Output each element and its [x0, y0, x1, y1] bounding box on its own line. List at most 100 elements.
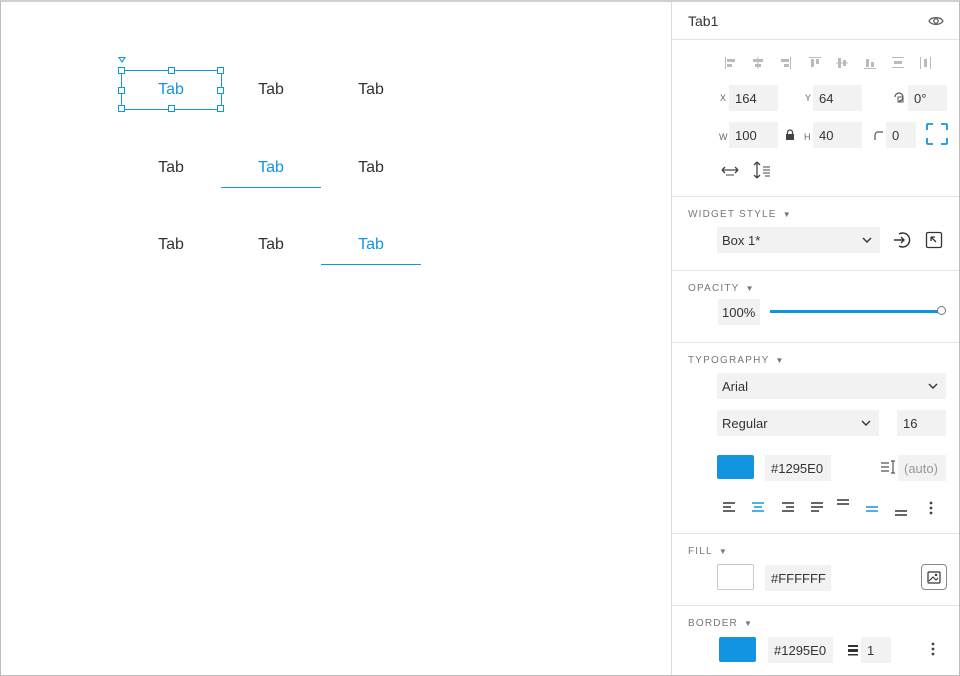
tab-widget[interactable]: Tab [121, 225, 221, 265]
rotation-input[interactable]: 0° [908, 85, 947, 111]
widget-style-value: Box 1* [722, 232, 761, 248]
widget-style-section: WIDGET STYLE ▼ Box 1* [672, 197, 959, 271]
w-label: W [719, 132, 728, 142]
height-input[interactable]: 40 [813, 122, 862, 148]
text-valign-top-icon[interactable] [835, 495, 851, 509]
tab-label: Tab [358, 159, 384, 176]
auto-fit-height-icon[interactable] [752, 160, 772, 180]
tab-label: Tab [158, 236, 184, 253]
typography-section: TYPOGRAPHY ▼ Arial Regular 16 #1295E0 (au… [672, 343, 959, 534]
border-width-input[interactable]: 1 [861, 637, 891, 663]
align-center-icon[interactable] [749, 54, 767, 72]
opacity-input[interactable]: 100% [718, 299, 760, 325]
fit-to-content-icon[interactable] [926, 123, 948, 145]
tab-label: Tab [358, 81, 384, 98]
tab-widget[interactable]: Tab [221, 70, 321, 110]
tab-widget[interactable]: Tab [321, 70, 421, 110]
tab-widget[interactable]: Tab [321, 225, 421, 265]
corner-radius-input[interactable]: 0 [886, 122, 916, 148]
caret-down-icon: ▼ [782, 210, 792, 219]
chevron-down-icon [928, 381, 938, 392]
align-right-icon[interactable] [776, 54, 794, 72]
opacity-title: OPACITY [688, 283, 740, 294]
border-width-icon [846, 642, 860, 658]
y-input[interactable]: 64 [813, 85, 862, 111]
typography-heading[interactable]: TYPOGRAPHY ▼ [672, 343, 959, 375]
widget-style-select[interactable]: Box 1* [717, 227, 880, 253]
font-color-swatch[interactable] [717, 455, 754, 479]
panel-header: Tab1 [672, 2, 959, 40]
tab-label: Tab [358, 236, 384, 253]
eye-icon[interactable] [928, 15, 944, 27]
widget-name[interactable]: Tab1 [688, 13, 718, 29]
fill-title: FILL [688, 546, 713, 557]
h-label: H [804, 132, 811, 142]
font-color-hex-input[interactable]: #1295E0 [765, 455, 831, 481]
font-size-input[interactable]: 16 [897, 410, 946, 436]
text-justify-icon[interactable] [809, 500, 825, 514]
tab-active-underline [221, 187, 321, 188]
resize-handle-top-right[interactable] [217, 67, 224, 74]
resize-handle-left[interactable] [118, 87, 125, 94]
tab-label: Tab [258, 81, 284, 98]
tab-widget[interactable]: Tab [121, 70, 221, 110]
font-family-value: Arial [722, 378, 749, 394]
resize-handle-top-left[interactable] [118, 67, 125, 74]
fill-heading[interactable]: FILL ▼ [672, 534, 959, 566]
text-align-center-icon[interactable] [750, 500, 766, 514]
caret-down-icon: ▼ [745, 284, 755, 293]
text-valign-middle-icon[interactable] [864, 502, 880, 516]
opacity-slider-fill [770, 310, 942, 313]
widget-style-title: WIDGET STYLE [688, 209, 777, 220]
resize-handle-right[interactable] [217, 87, 224, 94]
resize-handle-top[interactable] [168, 67, 175, 74]
resize-handle-bottom-right[interactable] [217, 105, 224, 112]
more-options-icon[interactable] [926, 499, 936, 517]
width-input[interactable]: 100 [729, 122, 778, 148]
y-label: Y [805, 93, 812, 103]
align-left-icon[interactable] [722, 54, 740, 72]
text-valign-bottom-icon[interactable] [893, 506, 909, 520]
border-heading[interactable]: BORDER ▼ [672, 606, 959, 638]
text-align-left-icon[interactable] [721, 500, 737, 514]
opacity-slider-track[interactable] [770, 306, 946, 315]
align-bottom-icon[interactable] [861, 54, 879, 72]
tab-label: Tab [158, 159, 184, 176]
align-middle-icon[interactable] [833, 54, 851, 72]
opacity-heading[interactable]: OPACITY ▼ [672, 271, 959, 303]
tab-widget[interactable]: Tab [121, 148, 221, 188]
opacity-slider-thumb[interactable] [937, 306, 946, 315]
tab-widget[interactable]: Tab [321, 148, 421, 188]
lock-aspect-icon[interactable] [784, 128, 796, 140]
border-color-swatch[interactable] [719, 637, 756, 662]
design-canvas[interactable]: Tab Tab Tab Tab Tab Tab Tab Tab Tab [1, 2, 671, 675]
resize-handle-bottom[interactable] [168, 105, 175, 112]
align-top-icon[interactable] [806, 54, 824, 72]
font-family-select[interactable]: Arial [717, 373, 946, 399]
caret-down-icon: ▼ [718, 547, 728, 556]
resize-handle-bottom-left[interactable] [118, 105, 125, 112]
font-weight-select[interactable]: Regular [717, 410, 879, 436]
line-height-input[interactable]: (auto) [898, 455, 946, 481]
text-align-right-icon[interactable] [780, 500, 796, 514]
font-weight-value: Regular [722, 415, 768, 431]
distribute-vertical-icon[interactable] [889, 54, 907, 72]
fill-color-hex-input[interactable]: #FFFFFF [765, 565, 831, 591]
border-color-hex-input[interactable]: #1295E0 [768, 637, 833, 663]
fill-color-swatch[interactable] [717, 564, 754, 590]
distribute-horizontal-icon[interactable] [917, 54, 935, 72]
apply-style-icon[interactable] [892, 230, 912, 250]
fill-image-icon[interactable] [921, 564, 947, 590]
auto-fit-width-icon[interactable] [720, 162, 740, 178]
tab-widget[interactable]: Tab [221, 148, 321, 188]
caret-down-icon: ▼ [743, 619, 754, 628]
widget-style-heading[interactable]: WIDGET STYLE ▼ [672, 197, 959, 229]
caret-down-icon: ▼ [775, 356, 785, 365]
more-options-icon[interactable] [928, 640, 938, 658]
rotation-icon [892, 90, 906, 104]
tab-widget[interactable]: Tab [221, 225, 321, 265]
x-input[interactable]: 164 [729, 85, 778, 111]
open-style-manager-icon[interactable] [924, 230, 944, 250]
rotation-pivot-marker[interactable] [118, 57, 126, 63]
tab-active-underline [321, 264, 421, 265]
